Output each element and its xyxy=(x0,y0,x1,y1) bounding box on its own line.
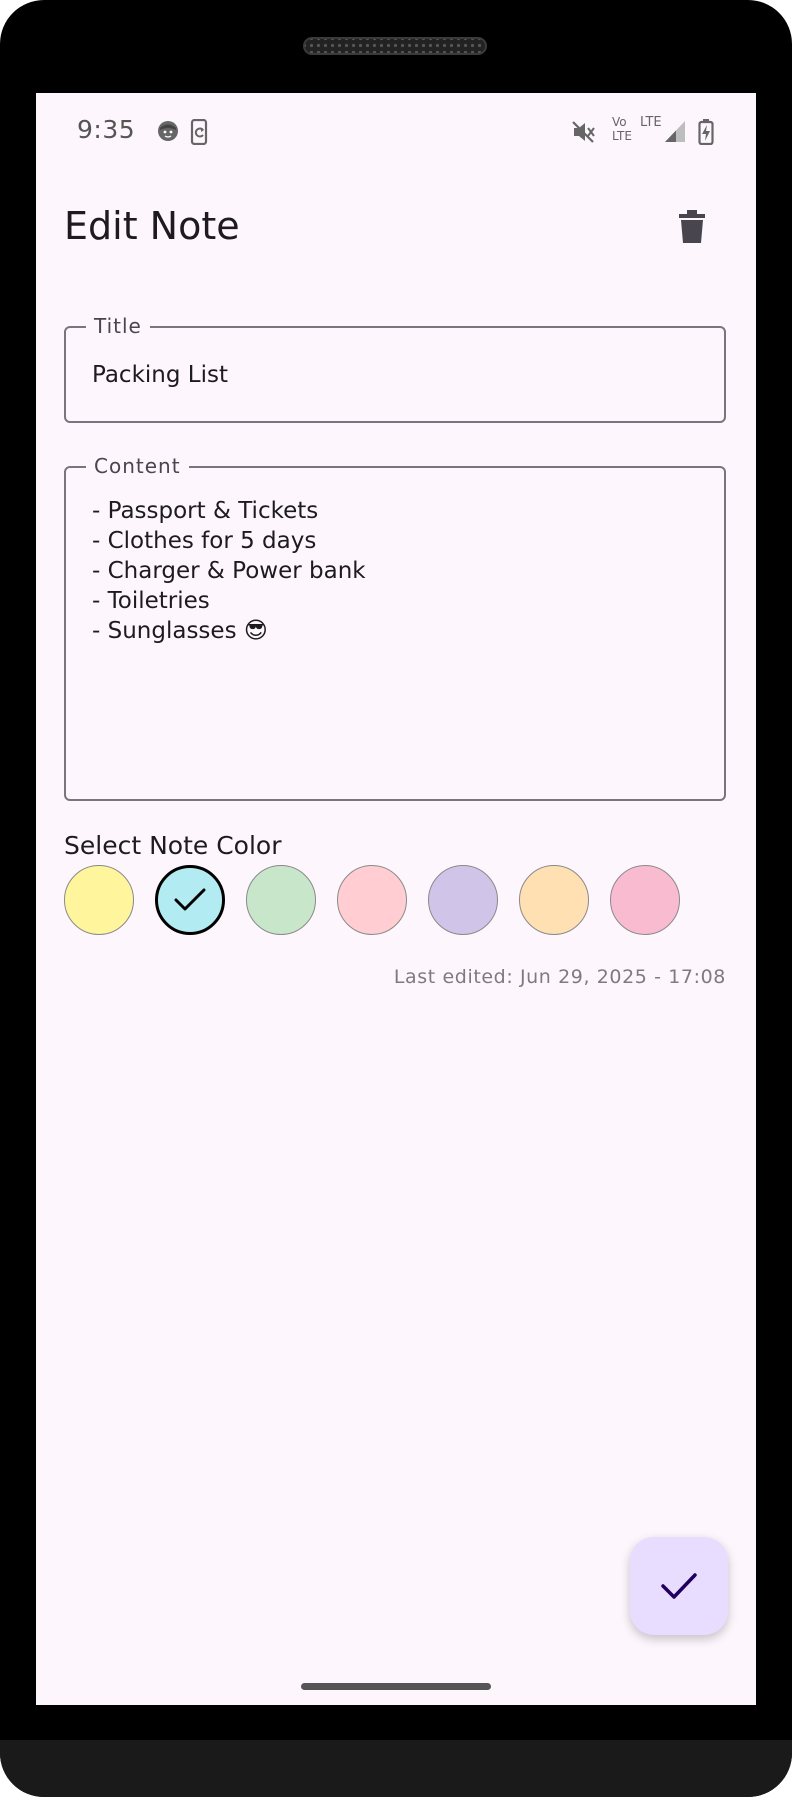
delete-button[interactable] xyxy=(672,205,712,249)
volte-label-bottom: LTE xyxy=(612,129,632,143)
color-swatch-green[interactable] xyxy=(246,865,316,935)
device-chin xyxy=(0,1740,792,1797)
color-swatch-orange[interactable] xyxy=(519,865,589,935)
last-edited-timestamp: Last edited: Jun 29, 2025 - 17:08 xyxy=(393,966,726,988)
face-icon xyxy=(156,119,180,148)
trash-icon xyxy=(679,210,705,243)
title-input-value[interactable]: Packing List xyxy=(92,362,228,388)
phone-sync-icon xyxy=(189,118,211,150)
save-button[interactable] xyxy=(630,1537,728,1635)
device-frame: 9:35 Vo LTE LTE Edit Note Title Packing … xyxy=(0,0,792,1797)
color-swatch-row xyxy=(64,865,756,935)
app-screen: 9:35 Vo LTE LTE Edit Note Title Packing … xyxy=(36,93,756,1705)
volte-icon: Vo LTE LTE xyxy=(610,115,662,147)
title-field-label: Title xyxy=(86,314,150,338)
color-picker-heading: Select Note Color xyxy=(64,831,282,860)
check-icon xyxy=(661,1573,697,1599)
earpiece-speaker xyxy=(303,37,487,55)
volte-label-top: Vo xyxy=(612,115,627,129)
content-field-label: Content xyxy=(86,454,189,478)
color-swatch-red[interactable] xyxy=(337,865,407,935)
color-swatch-pink[interactable] xyxy=(610,865,680,935)
mute-icon xyxy=(570,119,596,150)
content-field[interactable]: Content - Passport & Tickets - Clothes f… xyxy=(64,454,726,801)
signal-icon xyxy=(664,119,686,148)
status-bar: 9:35 Vo LTE LTE xyxy=(36,93,756,173)
page-title: Edit Note xyxy=(64,204,240,248)
lte-label: LTE xyxy=(640,115,662,130)
battery-charging-icon xyxy=(698,119,714,150)
color-swatch-purple[interactable] xyxy=(428,865,498,935)
title-field[interactable]: Title Packing List xyxy=(64,314,726,423)
gesture-navigation-bar[interactable] xyxy=(301,1683,491,1690)
content-textarea-value[interactable]: - Passport & Tickets - Clothes for 5 day… xyxy=(92,496,692,646)
status-time: 9:35 xyxy=(77,115,136,144)
color-swatch-cyan[interactable] xyxy=(155,865,225,935)
color-swatch-yellow[interactable] xyxy=(64,865,134,935)
check-icon xyxy=(174,888,206,911)
